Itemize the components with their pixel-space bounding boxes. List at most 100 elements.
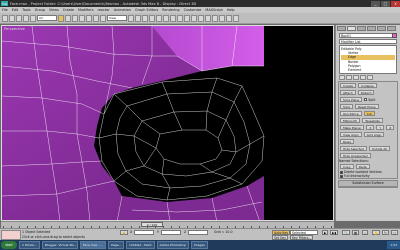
pin-stack-icon[interactable] <box>339 75 345 80</box>
attach-button[interactable]: Attach <box>340 90 356 95</box>
y-button[interactable]: Y <box>376 125 385 130</box>
viewport-label[interactable]: Perspective <box>4 27 25 31</box>
object-name-field[interactable]: Box01 <box>339 33 397 38</box>
taskbar-item[interactable]: Images <box>190 241 208 249</box>
modifier-list-dropdown[interactable]: Modifier List <box>339 39 397 44</box>
snap-toggle-icon[interactable] <box>142 14 148 22</box>
select-rotate-icon[interactable] <box>93 14 99 22</box>
close-button[interactable]: x <box>391 0 400 7</box>
minimize-button[interactable]: _ <box>371 0 380 7</box>
render-scene-icon[interactable] <box>219 14 225 22</box>
hide-selected-button[interactable]: Hide Selected <box>340 146 367 151</box>
menu-modifiers[interactable]: Modifiers <box>78 8 93 12</box>
menu-help[interactable]: Help <box>227 8 235 12</box>
unhide-all-button[interactable]: Unhide All <box>368 146 391 151</box>
menu-maxscript[interactable]: MAXScript <box>205 8 222 12</box>
menu-create[interactable]: Create <box>63 8 74 12</box>
menu-views[interactable]: Views <box>49 8 59 12</box>
taskbar-item[interactable]: Blogger: Virtual Stu... <box>42 241 79 249</box>
play-icon[interactable]: ▶ <box>322 230 329 235</box>
menu-graph-editors[interactable]: Graph Editors <box>135 8 158 12</box>
detach-button[interactable]: Detach <box>357 90 375 95</box>
select-manipulate-icon[interactable] <box>135 14 141 22</box>
spinner-snap-icon[interactable] <box>163 14 169 22</box>
create-button[interactable]: Create <box>340 83 356 88</box>
cut-button[interactable]: Cut <box>363 111 375 116</box>
schematic-view-icon[interactable] <box>205 14 211 22</box>
taskbar-item[interactable]: Page... <box>108 241 125 249</box>
slice-plane-button[interactable]: Slice Plane <box>340 97 363 102</box>
grid-align-button[interactable]: Grid Align <box>363 132 385 137</box>
object-color-swatch[interactable] <box>392 33 397 38</box>
menu-tools[interactable]: Tools <box>22 8 30 12</box>
reference-coordinate-dropdown[interactable]: View <box>107 15 127 21</box>
bind-space-warp-icon[interactable] <box>30 14 36 22</box>
percent-snap-icon[interactable] <box>156 14 162 22</box>
subdivision-surface-rollout[interactable]: Subdivision Surface <box>338 180 398 188</box>
taskbar-item[interactable]: Untitled - Paint <box>126 241 155 249</box>
menu-customize[interactable]: Customize <box>184 8 202 12</box>
redo-icon[interactable] <box>9 14 15 22</box>
z-button[interactable]: Z <box>386 125 395 130</box>
mirror-icon[interactable] <box>177 14 183 22</box>
next-frame-icon[interactable]: ▶▮ <box>330 230 339 235</box>
reset-plane-button[interactable]: Reset Plane <box>355 104 379 109</box>
split-checkbox[interactable] <box>364 98 368 101</box>
menu-rendering[interactable]: Rendering <box>162 8 179 12</box>
utilities-tab-icon[interactable] <box>387 26 396 31</box>
paste-button[interactable]: Paste <box>355 164 370 169</box>
start-button[interactable]: start <box>1 241 17 249</box>
material-editor-icon[interactable] <box>212 14 218 22</box>
quickslice-button[interactable]: QuickSlice <box>340 111 362 116</box>
time-slider-track[interactable]: 0 / 100 <box>1 221 334 228</box>
menu-file[interactable]: File <box>2 8 8 12</box>
taskbar-item[interactable]: Adobe Photoshop <box>156 241 189 249</box>
align-icon[interactable] <box>184 14 190 22</box>
show-end-result-icon[interactable] <box>346 75 352 80</box>
taskbar-item[interactable]: 2 Windo... <box>19 241 41 249</box>
system-clock[interactable]: 1:23 <box>387 241 400 249</box>
maxscript-listener[interactable] <box>1 230 21 240</box>
maximize-button[interactable]: □ <box>381 0 390 7</box>
unlink-icon[interactable] <box>23 14 29 22</box>
pan-icon[interactable]: ✋ <box>372 230 380 235</box>
menu-edit[interactable]: Edit <box>12 8 19 12</box>
maximize-viewport-icon[interactable]: ▢ <box>391 230 399 235</box>
region-select-icon[interactable] <box>72 14 78 22</box>
window-crossing-icon[interactable] <box>79 14 85 22</box>
perspective-viewport[interactable]: Perspective <box>1 25 334 221</box>
quick-render-icon[interactable] <box>226 14 232 22</box>
select-object-icon[interactable] <box>58 14 64 22</box>
select-move-icon[interactable] <box>86 14 92 22</box>
msmooth-button[interactable]: MSmooth <box>340 118 361 123</box>
orbit-icon[interactable]: ↻ <box>382 230 389 235</box>
lock-selection-icon[interactable]: 🔒 <box>120 230 128 235</box>
configure-sets-icon[interactable] <box>367 75 373 80</box>
modify-tab-icon[interactable] <box>347 26 356 31</box>
full-interactivity-checkbox[interactable] <box>340 174 343 178</box>
hide-unselected-button[interactable]: Hide Unselected <box>340 153 371 158</box>
link-icon[interactable] <box>16 14 22 22</box>
motion-tab-icon[interactable] <box>367 26 376 31</box>
select-scale-icon[interactable] <box>100 14 106 22</box>
menu-reactor[interactable]: reactor <box>98 8 110 12</box>
curve-editor-icon[interactable] <box>198 14 204 22</box>
collapse-button[interactable]: Collapse <box>357 83 377 88</box>
x-coord-field[interactable] <box>134 230 154 235</box>
slice-button[interactable]: Slice <box>340 104 354 109</box>
menu-group[interactable]: Group <box>35 8 45 12</box>
angle-snap-icon[interactable] <box>149 14 155 22</box>
pivot-center-icon[interactable] <box>128 14 134 22</box>
named-selection-icon[interactable] <box>170 14 176 22</box>
menu-animation[interactable]: Animation <box>114 8 131 12</box>
subdivision-surface-header[interactable]: Subdivision Surface <box>339 181 397 187</box>
undo-icon[interactable] <box>2 14 8 22</box>
hierarchy-tab-icon[interactable] <box>357 26 366 31</box>
zoom-all-icon[interactable]: ▦ <box>352 230 360 235</box>
create-tab-icon[interactable] <box>337 26 346 31</box>
zoom-icon[interactable]: 🔍 <box>342 230 350 235</box>
view-align-button[interactable]: View Align <box>340 132 362 137</box>
make-planar-button[interactable]: Make Planar <box>340 125 365 130</box>
delete-isolated-checkbox[interactable] <box>340 170 343 174</box>
y-coord-field[interactable] <box>161 230 181 235</box>
